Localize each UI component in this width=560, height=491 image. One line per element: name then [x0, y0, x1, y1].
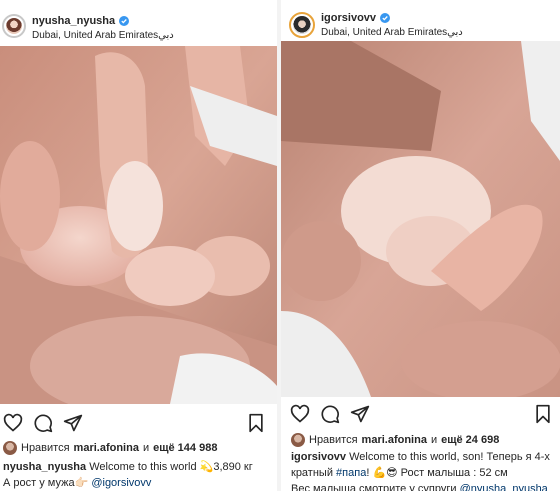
username-row: nyusha_nyusha: [32, 15, 130, 27]
username-row: igorsivovv: [321, 12, 391, 24]
caption-username[interactable]: nyusha_nyusha: [3, 461, 86, 473]
likes-count[interactable]: ещё 144 988: [153, 442, 217, 454]
caption-text-line2b: ! 💪😎 Рост малыша : 52 см: [366, 467, 508, 479]
caption-text-line3: Вес малыша смотрите у супруги: [291, 483, 457, 491]
caption: igorsivovv Welcome to this world, son! Т…: [291, 449, 560, 491]
caption-text-line2: А рост у мужа👉🏻: [3, 477, 89, 489]
username[interactable]: nyusha_nyusha: [32, 15, 115, 27]
caption-username[interactable]: igorsivovv: [291, 451, 346, 463]
liked-by-user[interactable]: mari.afonina: [74, 442, 139, 454]
bookmark-icon[interactable]: [246, 413, 266, 433]
liker-avatar: [291, 433, 305, 447]
caption-mention[interactable]: @igorsivovv: [91, 477, 151, 489]
bookmark-icon[interactable]: [533, 404, 553, 424]
liker-avatar: [3, 441, 17, 455]
post-photo[interactable]: [0, 46, 277, 404]
post-photo[interactable]: [281, 41, 560, 397]
heart-icon[interactable]: [3, 413, 23, 433]
left-post: nyusha_nyusha Dubai, United Arab Emirate…: [0, 0, 277, 491]
verified-icon: [380, 13, 391, 23]
verified-icon: [119, 16, 130, 26]
comment-icon[interactable]: [320, 404, 340, 424]
caption-mention[interactable]: @nyusha_nyusha: [460, 483, 548, 491]
caption: nyusha_nyusha Welcome to this world 💫3,8…: [3, 459, 275, 491]
caption-text-line2a: кратный: [291, 467, 333, 479]
likes-mid: и: [430, 434, 438, 446]
location[interactable]: Dubai, United Arab Emiratesدبي: [321, 27, 463, 38]
share-icon[interactable]: [63, 413, 83, 433]
right-post: igorsivovv Dubai, United Arab Emiratesدب…: [281, 0, 560, 491]
avatar[interactable]: [289, 12, 315, 38]
likes-count[interactable]: ещё 24 698: [441, 434, 499, 446]
post-header: igorsivovv Dubai, United Arab Emiratesدب…: [281, 6, 560, 42]
likes-line: Нравится mari.afonina и ещё 144 988: [3, 441, 217, 455]
post-header: nyusha_nyusha Dubai, United Arab Emirate…: [0, 6, 277, 42]
likes-prefix: Нравится: [309, 434, 358, 446]
action-bar: [281, 404, 560, 428]
username[interactable]: igorsivovv: [321, 12, 376, 24]
likes-mid: и: [142, 442, 150, 454]
location[interactable]: Dubai, United Arab Emiratesدبي: [32, 30, 174, 41]
heart-icon[interactable]: [290, 404, 310, 424]
action-bar: [0, 413, 277, 437]
caption-text-line1: Welcome to this world, son! Теперь я 4-х: [349, 451, 550, 463]
avatar[interactable]: [2, 14, 26, 38]
share-icon[interactable]: [350, 404, 370, 424]
caption-text-line1: Welcome to this world 💫3,890 кг: [89, 461, 253, 473]
likes-line: Нравится mari.afonina и ещё 24 698: [291, 433, 499, 447]
likes-prefix: Нравится: [21, 442, 70, 454]
comment-icon[interactable]: [33, 413, 53, 433]
liked-by-user[interactable]: mari.afonina: [362, 434, 427, 446]
caption-hashtag[interactable]: #папа: [336, 467, 366, 479]
